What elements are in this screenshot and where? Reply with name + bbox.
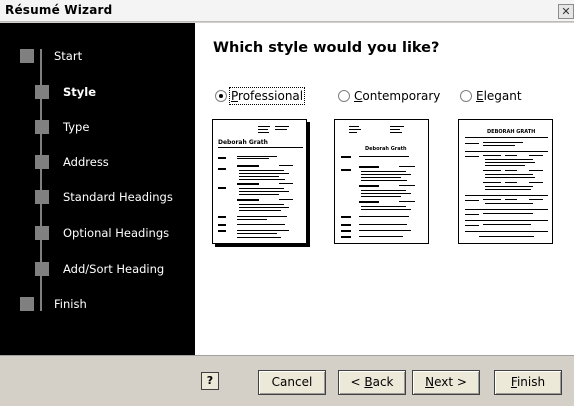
radio-elegant[interactable]: Elegant xyxy=(460,89,522,103)
title-bar: Résumé Wizard ✕ xyxy=(0,0,574,22)
wizard-steps-sidebar: Start Style Type Address Standard Headin… xyxy=(0,23,195,355)
preview-name-text: Deborah Grath xyxy=(218,139,268,146)
step-label: Standard Headings xyxy=(63,190,173,204)
page-question: Which style would you like? xyxy=(213,40,440,56)
step-marker-icon xyxy=(35,226,49,240)
preview-professional[interactable]: Deborah Grath xyxy=(212,119,307,244)
preview-elegant[interactable]: DEBORAH GRATH xyxy=(458,119,553,244)
finish-button[interactable]: Finish xyxy=(494,370,562,395)
step-label: Start xyxy=(54,49,83,63)
step-label: Style xyxy=(63,85,97,99)
cancel-button[interactable]: Cancel xyxy=(258,370,326,395)
help-icon[interactable]: ? xyxy=(201,372,219,390)
step-finish[interactable]: Finish xyxy=(0,292,195,316)
step-marker-icon xyxy=(20,297,34,311)
close-button[interactable]: ✕ xyxy=(558,4,574,19)
radio-selected-icon[interactable] xyxy=(215,90,227,102)
radio-unselected-icon[interactable] xyxy=(338,90,350,102)
step-add-sort-heading[interactable]: Add/Sort Heading xyxy=(0,257,195,281)
radio-label: Professional xyxy=(228,87,306,105)
step-label: Address xyxy=(63,155,109,169)
step-marker-icon xyxy=(35,85,49,99)
wizard-footer: ? Cancel < Back Next > Finish xyxy=(0,355,574,406)
radio-unselected-icon[interactable] xyxy=(460,90,472,102)
step-address[interactable]: Address xyxy=(0,150,195,174)
resume-thumbnail-icon: Deborah Grath xyxy=(341,126,415,238)
radio-label: Elegant xyxy=(476,89,522,103)
step-marker-icon xyxy=(20,49,34,63)
window-title: Résumé Wizard xyxy=(5,3,113,17)
resume-thumbnail-icon: DEBORAH GRATH xyxy=(465,129,548,237)
radio-professional[interactable]: Professional xyxy=(215,87,306,105)
step-optional-headings[interactable]: Optional Headings xyxy=(0,221,195,245)
style-selection-panel: Which style would you like? Professional… xyxy=(195,23,574,355)
next-button[interactable]: Next > xyxy=(412,370,480,395)
preview-name-text: Deborah Grath xyxy=(365,146,407,152)
step-marker-icon xyxy=(35,262,49,276)
step-label: Add/Sort Heading xyxy=(63,262,165,276)
style-options: Professional Contemporary Elegant xyxy=(195,87,574,107)
step-marker-icon xyxy=(35,190,49,204)
preview-contemporary[interactable]: Deborah Grath xyxy=(334,119,429,244)
back-button[interactable]: < Back xyxy=(338,370,406,395)
step-label: Type xyxy=(63,120,90,134)
step-style[interactable]: Style xyxy=(0,80,195,104)
step-start[interactable]: Start xyxy=(0,44,195,68)
step-type[interactable]: Type xyxy=(0,115,195,139)
step-label: Finish xyxy=(54,297,87,311)
resume-thumbnail-icon: Deborah Grath xyxy=(218,126,303,238)
step-marker-icon xyxy=(35,155,49,169)
step-marker-icon xyxy=(35,120,49,134)
preview-name-text: DEBORAH GRATH xyxy=(487,129,535,135)
radio-contemporary[interactable]: Contemporary xyxy=(338,89,440,103)
step-standard-headings[interactable]: Standard Headings xyxy=(0,185,195,209)
step-label: Optional Headings xyxy=(63,226,170,240)
radio-label: Contemporary xyxy=(354,89,441,103)
